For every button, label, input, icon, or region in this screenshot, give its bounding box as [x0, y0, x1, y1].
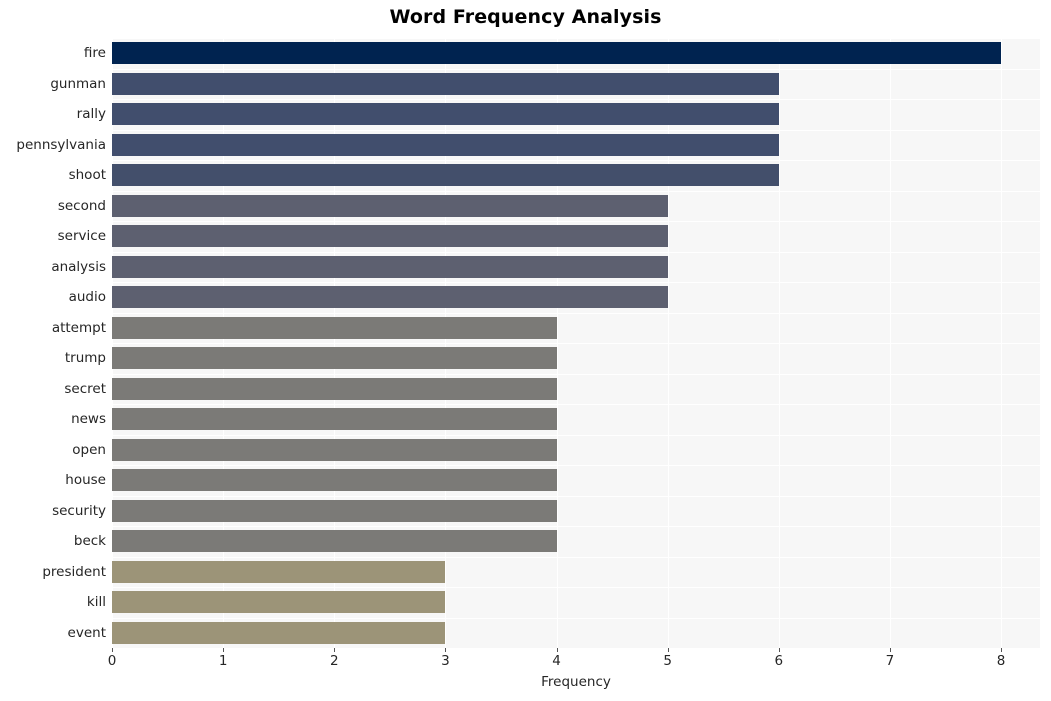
bar: [112, 591, 446, 614]
y-axis-tick-label: beck: [73, 533, 106, 550]
y-axis-tick-label: service: [57, 228, 106, 245]
word-frequency-chart: Word Frequency Analysis fire gunman rally p…: [0, 0, 1051, 701]
y-axis-tick-label: news: [71, 411, 106, 428]
bar: [112, 530, 557, 553]
y-axis-tick-label: president: [42, 563, 106, 580]
y-axis-tick-label: attempt: [51, 319, 106, 336]
bar: [112, 408, 557, 431]
x-axis-tick-mark: [334, 648, 336, 652]
bar: [112, 316, 557, 339]
y-axis-tick-label: second: [57, 197, 106, 214]
x-axis-tick-label: 3: [441, 653, 450, 669]
y-axis-tick-label: security: [52, 502, 106, 519]
x-axis-tick-label: 1: [218, 653, 228, 669]
y-axis-tick-label: kill: [86, 594, 106, 611]
bar: [112, 347, 557, 370]
bar: [112, 377, 557, 400]
plot-area: [112, 38, 1040, 649]
x-axis-tick-mark: [1001, 648, 1003, 652]
x-axis-tick-label: 8: [996, 653, 1006, 669]
bars-container: [112, 38, 1040, 648]
x-axis-tick-label: 2: [329, 653, 339, 669]
bar: [112, 621, 446, 644]
y-axis-tick-label: audio: [68, 289, 106, 306]
x-axis-tick-mark: [445, 648, 447, 652]
y-axis-tick-label: trump: [64, 350, 106, 367]
bar: [112, 103, 779, 126]
bar: [112, 255, 668, 278]
x-axis-tick-label: 6: [774, 653, 784, 669]
x-axis-tick-label: 4: [552, 653, 561, 669]
bar: [112, 133, 779, 156]
x-axis-tick-mark: [778, 648, 780, 652]
x-axis-tick-mark: [112, 648, 113, 652]
y-axis-tick-label: gunman: [50, 75, 106, 92]
bar: [112, 286, 668, 309]
y-axis-tick-label: pennsylvania: [16, 136, 106, 153]
chart-title: Word Frequency Analysis: [389, 6, 662, 28]
y-axis-tick-label: event: [67, 624, 106, 641]
x-axis-tick-label: 0: [107, 653, 117, 669]
bar: [112, 225, 668, 248]
y-axis-tick-labels: fire gunman rally pennsylvania shoot second se…: [0, 38, 106, 648]
x-axis-tick-mark: [223, 648, 225, 652]
bar: [112, 499, 557, 522]
bar: [112, 438, 557, 461]
bar: [112, 42, 1002, 65]
x-axis-tick-label: 7: [885, 653, 895, 669]
bar: [112, 72, 779, 95]
y-axis-tick-label: rally: [76, 106, 106, 123]
bar: [112, 560, 446, 583]
bar: [112, 469, 557, 492]
y-axis-tick-label: open: [72, 441, 106, 458]
x-axis-title: Frequency: [541, 674, 611, 690]
bar: [112, 194, 668, 217]
x-axis-tick-labels: 0 1 2 3 4 5 6 7 8: [108, 648, 1040, 674]
y-axis-tick-label: house: [65, 472, 106, 489]
y-axis-tick-label: shoot: [68, 167, 106, 184]
y-axis-tick-label: analysis: [51, 258, 106, 275]
x-axis-tick-mark: [556, 648, 558, 652]
x-axis-tick-mark: [667, 648, 669, 652]
x-axis-tick-mark: [889, 648, 891, 652]
bar: [112, 164, 779, 187]
y-axis-tick-label: fire: [83, 45, 106, 62]
y-axis-tick-label: secret: [64, 380, 106, 397]
x-axis-tick-label: 5: [663, 653, 672, 669]
